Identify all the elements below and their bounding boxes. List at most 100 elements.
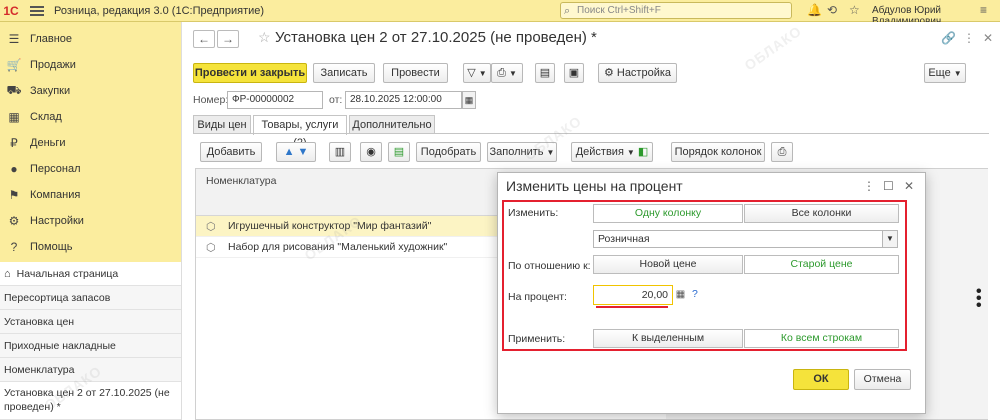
close-icon[interactable]: ✕	[983, 31, 993, 45]
window-menu-icon[interactable]: ⋮	[963, 31, 975, 45]
forward-button[interactable]: →	[217, 30, 239, 48]
spreadsheet-icon: ▤	[393, 146, 405, 158]
tab-price-types[interactable]: Виды цен	[193, 115, 251, 134]
settings-menu-icon[interactable]: ≡	[980, 3, 987, 17]
open-window-item[interactable]: Приходные накладные	[0, 334, 181, 358]
sidebar-item-label: Главное	[30, 33, 73, 45]
open-window-item[interactable]: Установка цен	[0, 310, 181, 334]
sidebar-item-label: Настройки	[30, 215, 84, 227]
save-button[interactable]: Записать	[313, 63, 375, 83]
sidebar-item-settings[interactable]: ⚙ Настройки	[0, 208, 181, 234]
post-button[interactable]: Провести	[383, 63, 448, 83]
move-up-down-buttons[interactable]: ▲ ▼	[276, 142, 316, 162]
person-icon: ●	[10, 162, 18, 176]
excel-button[interactable]: ▤	[388, 142, 410, 162]
document-title: Установка цен 2 от 27.10.2025 (не провед…	[275, 29, 597, 46]
percent-input[interactable]: 20,00	[593, 285, 673, 305]
sidebar-item-main[interactable]: ☰ Главное	[0, 26, 181, 52]
main-menu-icon[interactable]	[30, 4, 44, 18]
number-field[interactable]: ФР-00000002	[227, 91, 323, 109]
option-all-columns[interactable]: Все колонки	[744, 204, 899, 223]
settings-label: Настройка	[616, 67, 672, 79]
favorite-star-icon[interactable]: ☆	[258, 29, 271, 46]
sidebar-item-money[interactable]: ₽ Деньги	[0, 130, 181, 156]
sidebar-item-purchases[interactable]: ⛟ Закупки	[0, 78, 181, 104]
option-old-price[interactable]: Старой цене	[744, 255, 899, 274]
option-all-rows[interactable]: Ко всем строкам	[744, 329, 899, 348]
link-icon[interactable]: 🔗	[941, 31, 956, 45]
view-button[interactable]: ◉	[360, 142, 382, 162]
app-title: Розница, редакция 3.0 (1С:Предприятие)	[54, 4, 265, 17]
print-list-button[interactable]: ⎙	[771, 142, 793, 162]
actions-label: Действия	[575, 146, 624, 158]
nav-home[interactable]: ⌂ Начальная страница	[0, 262, 181, 286]
column-order-button[interactable]: Порядок колонок	[671, 142, 765, 162]
structure-button[interactable]: ▣	[564, 63, 584, 83]
arrow-up-icon: ▲	[283, 146, 295, 158]
arrow-down-icon: ▼	[297, 146, 309, 158]
sidebar-item-personnel[interactable]: ● Персонал	[0, 156, 181, 182]
option-one-column[interactable]: Одну колонку	[593, 204, 743, 223]
search-input[interactable]: ⌕ Поиск Ctrl+Shift+F	[560, 2, 792, 19]
print-dropdown-button[interactable]: ⎙ ▼	[491, 63, 523, 83]
chevron-down-icon[interactable]: ▼	[882, 230, 898, 248]
settings-button[interactable]: ⚙ Настройка	[598, 63, 677, 83]
apply-label: Применить:	[508, 333, 566, 345]
date-field[interactable]: 28.10.2025 12:00:00	[345, 91, 462, 109]
history-icon[interactable]: ⟲	[827, 3, 837, 17]
warehouse-icon: ▦	[8, 110, 20, 124]
post-and-close-button[interactable]: Провести и закрыть	[193, 63, 307, 83]
open-windows-list: Пересортица запасов Установка цен Приход…	[0, 286, 181, 420]
open-window-item-active[interactable]: Установка цен 2 от 27.10.2025 (не провед…	[0, 382, 181, 420]
open-window-item[interactable]: Пересортица запасов	[0, 286, 181, 310]
sidebar-item-label: Деньги	[30, 137, 66, 149]
tab-additional[interactable]: Дополнительно	[349, 115, 435, 134]
open-window-item[interactable]: Номенклатура	[0, 358, 181, 382]
product-icon: ⬡	[206, 220, 216, 233]
add-button[interactable]: Добавить	[200, 142, 262, 162]
table-cell: Игрушечный конструктор "Мир фантазий"	[228, 220, 432, 232]
ok-button[interactable]: ОК	[793, 369, 849, 390]
back-button[interactable]: ←	[193, 30, 215, 48]
cancel-button[interactable]: Отмена	[854, 369, 911, 390]
favorites-icon[interactable]: ☆	[849, 3, 860, 17]
sidebar: ☰ Главное 🛒 Продажи ⛟ Закупки ▦ Склад ₽ Деньг…	[0, 22, 182, 420]
date-label: от:	[329, 94, 343, 106]
maximize-icon[interactable]: ☐	[883, 179, 894, 193]
calculator-icon[interactable]: ▦	[674, 286, 687, 304]
sidebar-item-help[interactable]: ? Помощь	[0, 234, 181, 260]
calendar-icon[interactable]: ▦	[462, 91, 476, 109]
app-logo: 1С	[3, 3, 19, 18]
option-selected-rows[interactable]: К выделенным	[593, 329, 743, 348]
filter-icon: ▽	[467, 67, 476, 79]
more-label: Еще	[928, 67, 951, 79]
sidebar-item-warehouse[interactable]: ▦ Склад	[0, 104, 181, 130]
column-header-nomenclature[interactable]: Номенклатура	[206, 175, 276, 187]
table-cell: Набор для рисования "Маленький художник"	[228, 241, 448, 253]
fill-dropdown-button[interactable]: Заполнить ▼	[487, 142, 557, 162]
actions-dropdown-button[interactable]: Действия ▼ ◧	[571, 142, 653, 162]
pick-button[interactable]: Подобрать	[416, 142, 481, 162]
tab-goods[interactable]: Товары, услуги (2)	[253, 115, 347, 149]
tab-divider	[193, 133, 989, 134]
barcode-button[interactable]: ▥	[329, 142, 351, 162]
row-menu-icon[interactable]: • • •	[976, 284, 982, 314]
sidebar-item-company[interactable]: ⚑ Компания	[0, 182, 181, 208]
bell-icon[interactable]: 🔔	[807, 3, 822, 17]
sidebar-item-label: Продажи	[30, 59, 76, 71]
top-bar: 1С Розница, редакция 3.0 (1С:Предприятие…	[0, 0, 1000, 27]
sidebar-item-label: Помощь	[30, 241, 73, 253]
dialog-menu-icon[interactable]: ⋮	[863, 179, 875, 193]
percent-label: На процент:	[508, 291, 567, 303]
price-type-select[interactable]: Розничная	[593, 230, 883, 248]
filter-dropdown-button[interactable]: ▽ ▼	[463, 63, 491, 83]
help-icon[interactable]: ?	[692, 288, 698, 300]
option-new-price[interactable]: Новой цене	[593, 255, 743, 274]
gear-icon: ⚙	[603, 67, 617, 79]
search-placeholder: Поиск Ctrl+Shift+F	[577, 5, 661, 16]
report-button[interactable]: ▤	[535, 63, 555, 83]
close-icon[interactable]: ✕	[904, 179, 914, 193]
more-button[interactable]: Еще ▼	[924, 63, 966, 83]
sidebar-item-sales[interactable]: 🛒 Продажи	[0, 52, 181, 78]
cart-icon: 🛒	[6, 58, 22, 72]
